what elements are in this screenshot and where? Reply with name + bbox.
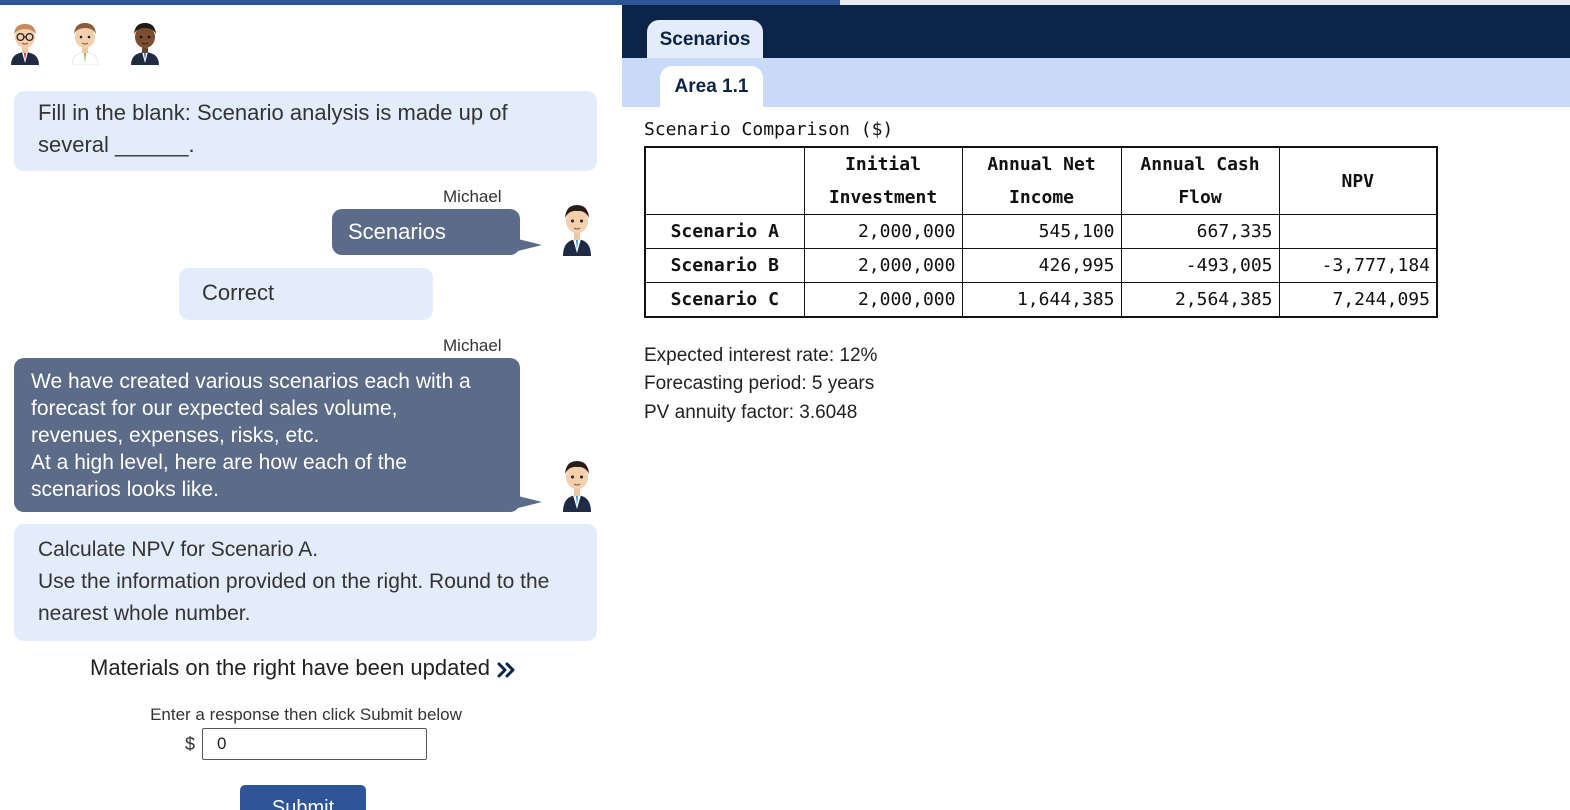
row-label: Scenario A [644,214,805,249]
tab-scenarios[interactable]: Scenarios [647,20,763,58]
question-1-bubble: Fill in the blank: Scenario analysis is … [14,91,597,171]
scenario-comparison-table: Initial Investment Annual Net Income Ann… [644,146,1438,318]
table-row: Scenario C 2,000,000 1,644,385 2,564,385… [644,282,1438,317]
row-label: Scenario B [644,248,805,283]
question-2-line-2: Use the information provided on the righ… [38,570,550,625]
table-row: Scenario B 2,000,000 426,995 -493,005 -3… [644,248,1438,283]
table-header-cell: Annual Net Income [961,146,1122,215]
speaker-name-label: Michael [443,187,502,206]
table-header-cell: Annual Cash Flow [1120,146,1280,215]
table-cell: 667,335 [1120,214,1280,249]
feedback-bubble: Correct [179,268,433,320]
feedback-text: Correct [202,280,275,305]
michael-message-bubble: We have created various scenarios each w… [14,358,520,512]
message-line: revenues, expenses, risks, etc. [31,424,320,447]
table-cell: 2,000,000 [803,214,963,249]
tab-area-1-1[interactable]: Area 1.1 [660,66,763,107]
table-cell: 1,644,385 [961,282,1122,317]
message-line: scenarios looks like. [31,478,219,501]
bubble-tail [518,239,542,251]
materials-updated-text: Materials on the right have been updated [90,655,490,680]
avatar-dark-man-icon [128,19,162,65]
row-label: Scenario C [644,282,805,317]
user-answer-text: Scenarios [348,219,446,244]
table-cell [1278,214,1438,249]
question-1-text: Fill in the blank: Scenario analysis is … [38,100,508,157]
materials-panel: Scenarios Area 1.1 Scenario Comparison (… [622,5,1570,810]
table-cell: 2,564,385 [1120,282,1280,317]
double-chevron-right-icon [496,659,518,678]
table-header-cell [644,146,805,215]
user-answer-bubble: Scenarios [332,209,520,255]
question-2-line-1: Calculate NPV for Scenario A. [38,538,319,561]
response-prompt: Enter a response then click Submit below [150,705,462,724]
main-tab-bar [622,5,1570,58]
table-caption: Scenario Comparison ($) [644,119,894,140]
table-cell: 545,100 [961,214,1122,249]
message-line: We have created various scenarios each w… [31,370,471,393]
sub-tab-bar [622,58,1570,107]
table-cell: -3,777,184 [1278,248,1438,283]
table-row: Scenario A 2,000,000 545,100 667,335 [644,214,1438,249]
table-header-cell: Initial Investment [803,146,963,215]
table-cell: 2,000,000 [803,282,963,317]
interest-rate-text: Expected interest rate: 12% [644,345,878,366]
table-header-row: Initial Investment Annual Net Income Ann… [644,146,1438,215]
bubble-tail [518,496,542,508]
annuity-factor-text: PV annuity factor: 3.6048 [644,402,858,423]
message-line: At a high level, here are how each of th… [31,451,407,474]
avatar-glasses-man-icon [8,19,42,65]
michael-avatar-icon [560,200,594,256]
submit-button[interactable]: Submit [240,785,366,810]
avatar-man-green-tie-icon [68,19,102,65]
chat-panel: Fill in the blank: Scenario analysis is … [0,5,622,810]
response-input[interactable] [202,728,427,760]
table-cell: 426,995 [961,248,1122,283]
table-header-cell: NPV [1278,146,1438,215]
question-2-bubble: Calculate NPV for Scenario A. Use the in… [14,524,597,641]
table-cell: 7,244,095 [1278,282,1438,317]
speaker-name-label: Michael [443,336,502,355]
table-cell: -493,005 [1120,248,1280,283]
currency-symbol: $ [185,734,196,754]
forecast-period-text: Forecasting period: 5 years [644,373,875,394]
table-cell: 2,000,000 [803,248,963,283]
message-line: forecast for our expected sales volume, [31,397,398,420]
materials-updated-notice: Materials on the right have been updated [90,655,518,681]
michael-avatar-icon [560,456,594,512]
